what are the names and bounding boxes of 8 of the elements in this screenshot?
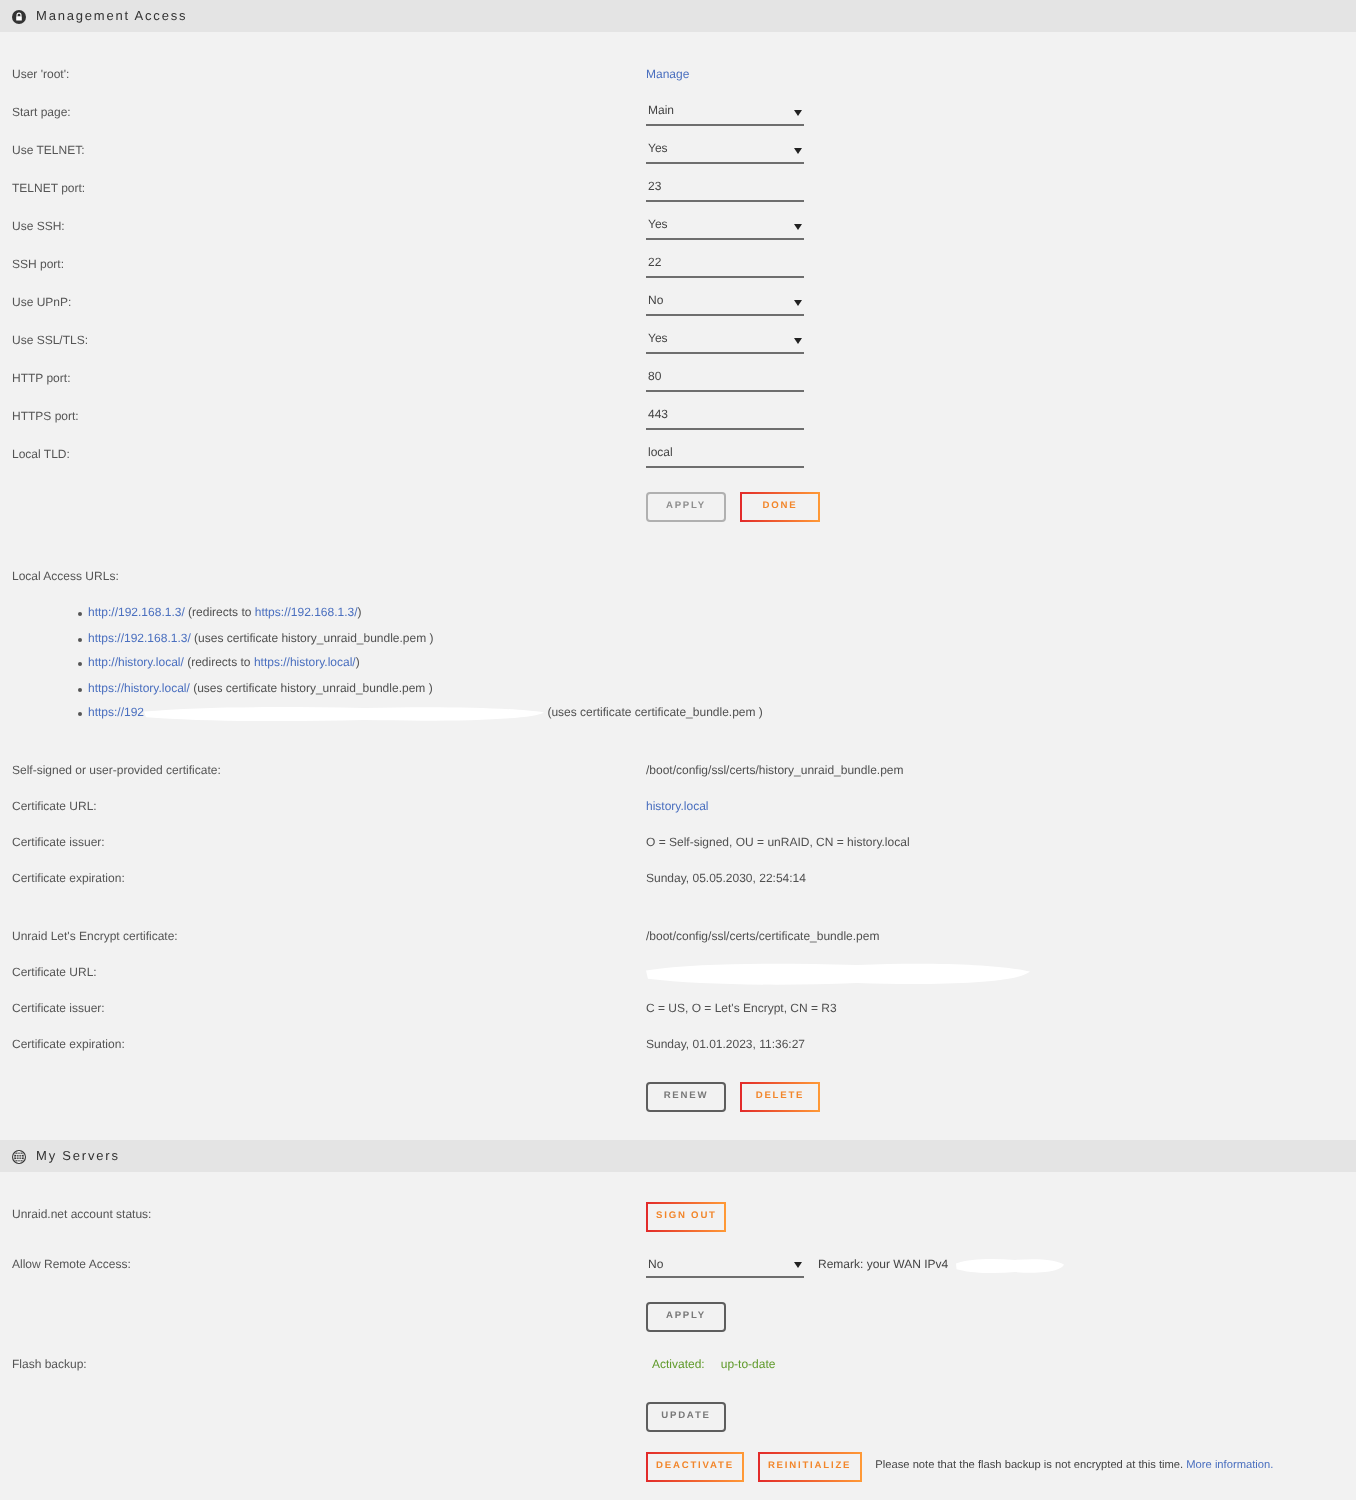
caret-icon [794,1262,802,1268]
caret-icon [794,223,802,229]
lock-icon [12,9,26,23]
caret-icon [794,337,802,343]
globe-icon [12,1149,26,1163]
caret-icon [794,109,802,115]
caret-icon [794,299,802,305]
caret-icon [794,147,802,153]
